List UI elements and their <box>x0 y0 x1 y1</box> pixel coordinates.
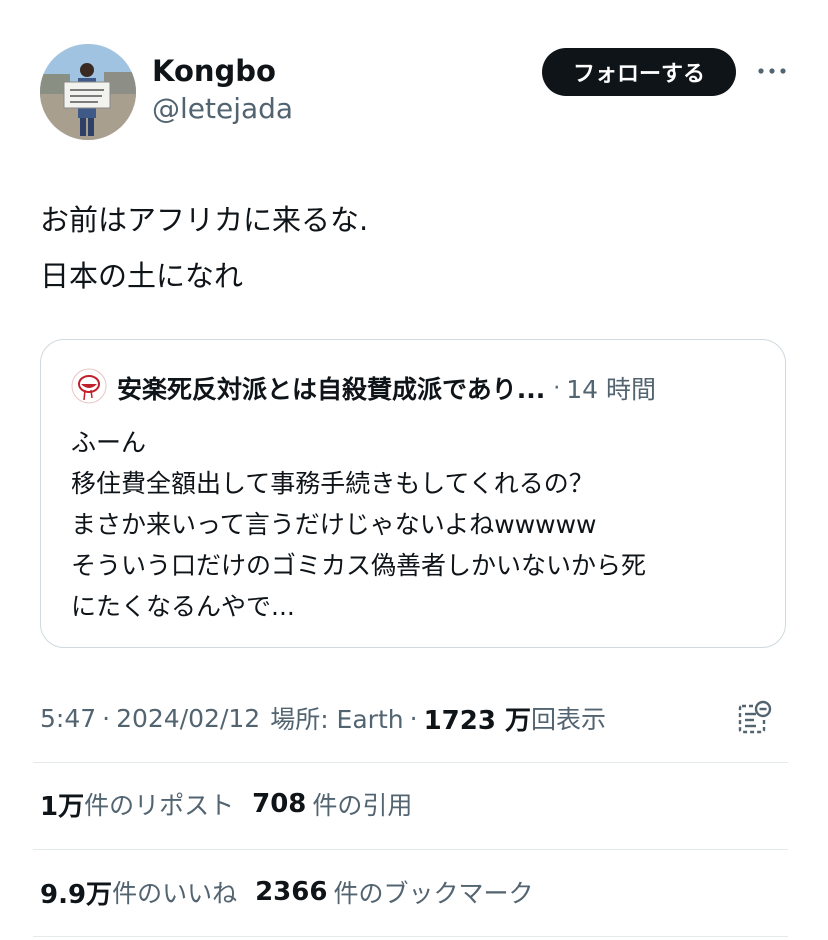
analytics-icon[interactable] <box>738 700 772 736</box>
divider <box>33 936 788 937</box>
tweet-line: お前はアフリカに来るな. <box>40 203 369 237</box>
quoted-line: ふーん <box>71 428 147 457</box>
more-dots-icon[interactable] <box>756 58 788 84</box>
tweet-line: 日本の土になれ <box>40 259 244 293</box>
follow-button[interactable]: フォローする <box>542 48 736 96</box>
quoted-line: そういう口だけのゴミカス偽善者しかいないから死 <box>71 551 647 580</box>
likes-label[interactable]: 件のいいね <box>112 874 237 910</box>
author-display-name[interactable]: Kongbo <box>152 52 293 90</box>
quoted-header: 安楽死反対派とは自殺賛成派であり... · 14 時間 <box>117 368 767 408</box>
quotes-label[interactable]: 件の引用 <box>312 786 412 822</box>
tweet-date[interactable]: 2024/02/12 <box>116 704 260 733</box>
quoted-line: にたくなるんやで... <box>71 592 295 621</box>
reposts-label[interactable]: 件のリポスト <box>84 786 234 822</box>
quoted-tweet[interactable]: 安楽死反対派とは自殺賛成派であり... · 14 時間 ふーん 移住費全額出して… <box>40 339 786 648</box>
divider <box>33 849 788 850</box>
likes-count[interactable]: 9.9万 <box>40 874 112 911</box>
quoted-author-avatar <box>71 368 107 404</box>
views-count: 1723 万 <box>423 705 531 736</box>
author-names: Kongbo @letejada <box>152 52 293 128</box>
quotes-count[interactable]: 708 <box>252 789 306 819</box>
author-handle[interactable]: @letejada <box>152 90 293 128</box>
quoted-timestamp: 14 時間 <box>566 375 657 404</box>
views-label: 回表示 <box>530 705 606 734</box>
tweet-location: 場所: Earth <box>270 705 404 734</box>
reposts-count[interactable]: 1万 <box>40 786 84 823</box>
engagement-row-likes: 9.9万 件のいいね 2366 件のブックマーク <box>40 872 533 912</box>
quoted-line: 移住費全額出して事務手続きもしてくれるの？ <box>71 469 594 498</box>
separator-dot: · <box>409 703 418 733</box>
bookmarks-label[interactable]: 件のブックマーク <box>333 874 533 910</box>
separator-dot: · <box>102 703 111 733</box>
tweet-header: Kongbo @letejada フォローする <box>40 44 788 140</box>
divider <box>33 762 788 763</box>
engagement-row-reposts: 1万 件のリポスト 708 件の引用 <box>40 784 412 824</box>
tweet-meta: 5:47 · 2024/02/12 場所: Earth · 1723 万 回表示 <box>40 700 788 736</box>
separator-dot: · <box>553 375 561 401</box>
quoted-text: ふーん 移住費全額出して事務手続きもしてくれるの？ まさか来いって言うだけじゃな… <box>71 422 771 627</box>
tweet-text: お前はアフリカに来るな. 日本の土になれ <box>40 192 780 304</box>
quoted-author-name: 安楽死反対派とは自殺賛成派であり... <box>117 375 546 404</box>
tweet-time[interactable]: 5:47 <box>40 704 96 733</box>
bookmarks-count[interactable]: 2366 <box>255 877 327 907</box>
quoted-line: まさか来いって言うだけじゃないよねwwwww <box>71 510 597 539</box>
author-avatar[interactable] <box>40 44 136 140</box>
